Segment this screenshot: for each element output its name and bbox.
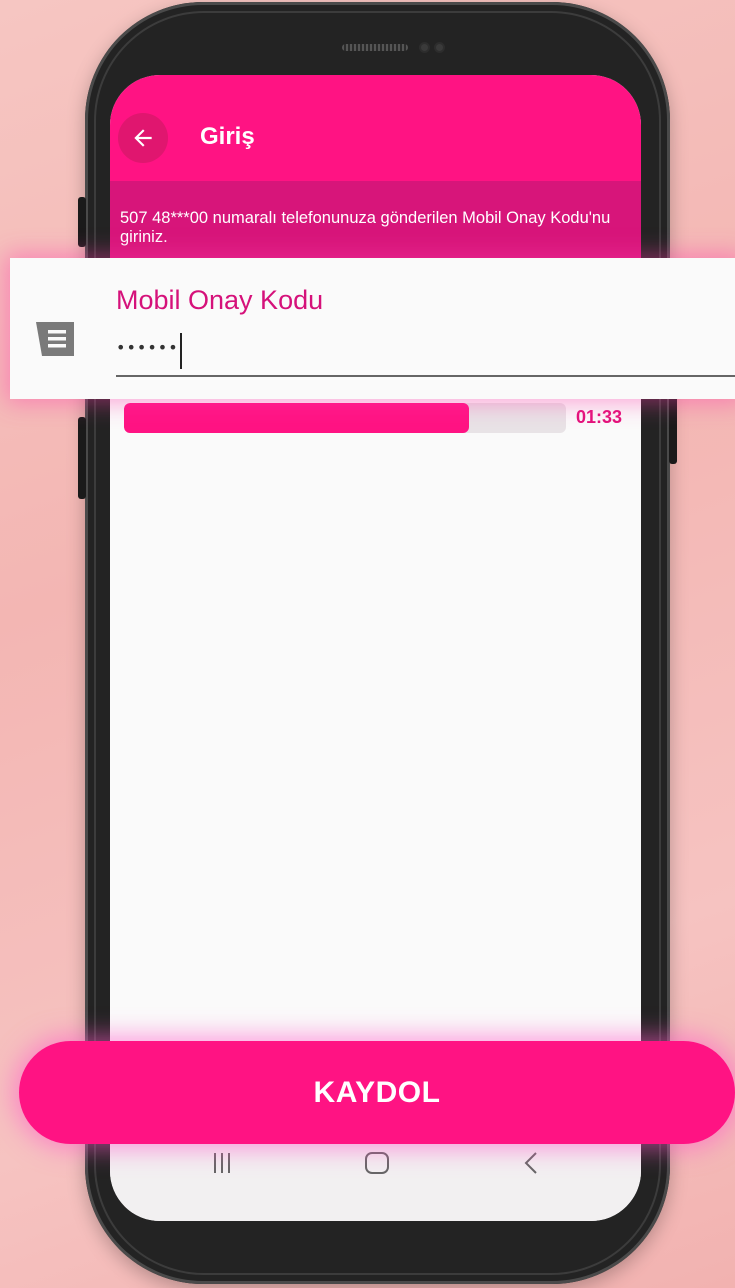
front-camera [434, 42, 445, 53]
register-button-label: KAYDOL [313, 1075, 441, 1109]
otp-field-value[interactable]: •••••• [116, 338, 179, 357]
app-bar: Giriş [110, 75, 641, 181]
page-title: Giriş [200, 123, 255, 150]
register-button[interactable]: KAYDOL [19, 1041, 735, 1144]
sensor [419, 42, 430, 53]
countdown-progress [124, 403, 566, 433]
volume-button [78, 197, 86, 247]
arrow-left-icon [134, 129, 152, 147]
speaker-grille [342, 44, 408, 51]
power-button [78, 417, 86, 499]
info-banner: 507 48***00 numaralı telefonunuza gönder… [110, 181, 641, 259]
otp-field-label: Mobil Onay Kodu [116, 285, 324, 315]
otp-input-card: Mobil Onay Kodu •••••• [10, 258, 735, 399]
home-icon[interactable] [364, 1151, 390, 1175]
countdown-timer: 01:33 [576, 407, 623, 427]
back-button[interactable] [118, 113, 168, 163]
otp-field-underline [116, 375, 735, 377]
chevron-left-icon[interactable] [520, 1151, 544, 1175]
message-icon [36, 322, 74, 356]
info-message: 507 48***00 numaralı telefonunuza gönder… [120, 209, 611, 246]
recent-apps-icon[interactable] [210, 1151, 234, 1175]
progress-fill [124, 403, 469, 433]
text-caret [180, 333, 182, 369]
